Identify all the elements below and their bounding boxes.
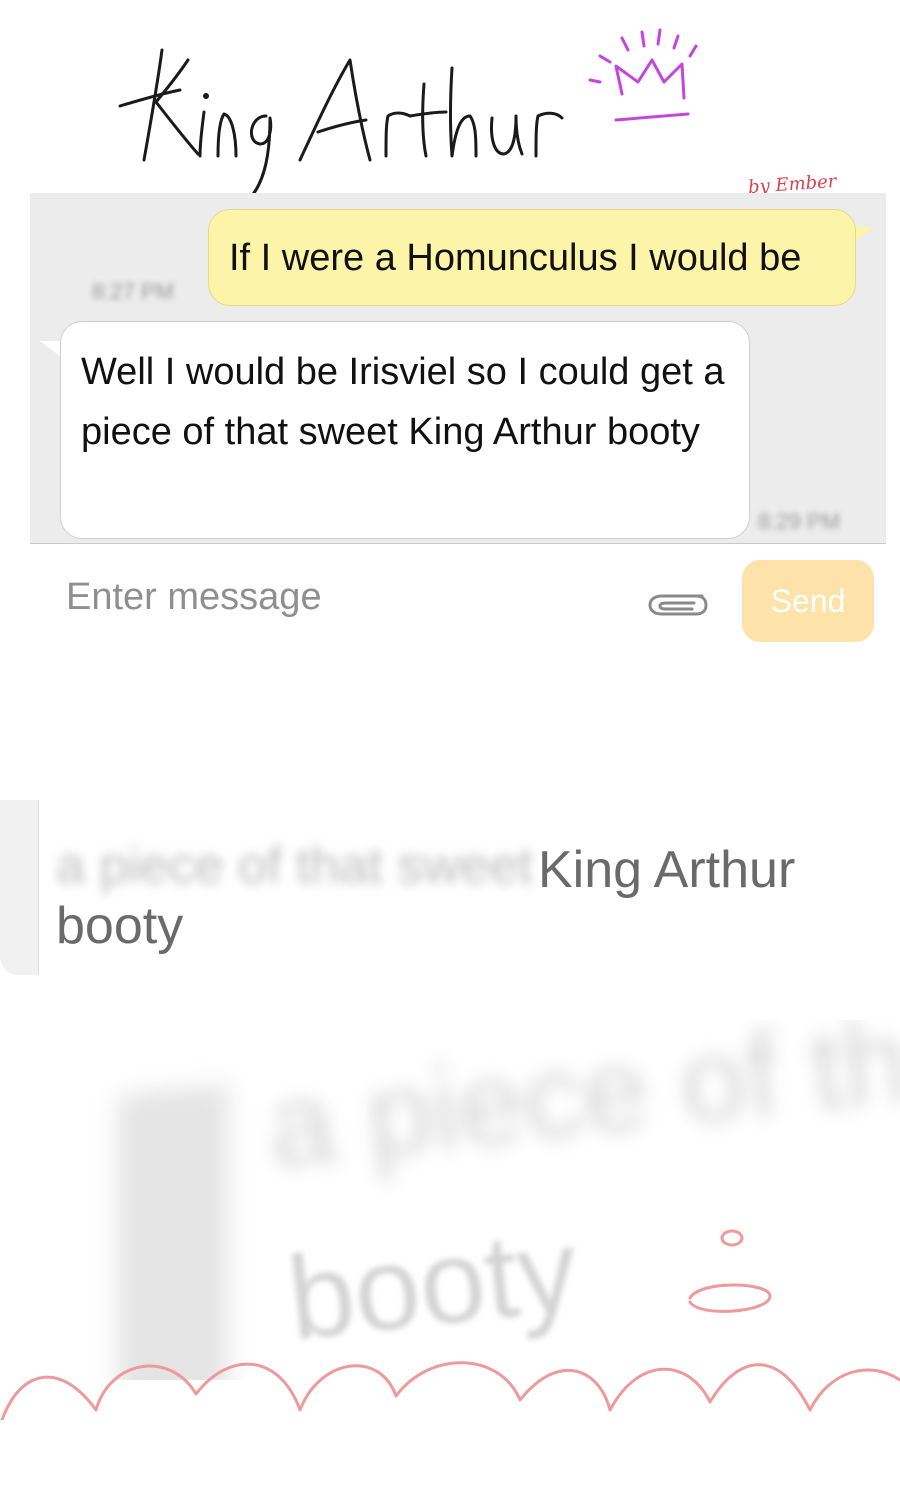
outgoing-message-text: If I were a Homunculus I would be	[229, 237, 802, 279]
zoomed-bubble-edge	[0, 800, 39, 975]
incoming-timestamp: 8:29 PM	[758, 509, 840, 534]
zoomed-text-king-arthur: King Arthur	[538, 841, 796, 899]
incoming-message-bubble[interactable]: Well I would be Irisviel so I could get …	[60, 321, 750, 539]
zoomed-message-echo: a piece of that sweet King Arthur booty	[0, 800, 900, 975]
outgoing-message-bubble[interactable]: If I were a Homunculus I would be	[208, 209, 856, 306]
message-composer: Enter message Send	[30, 546, 886, 656]
paperclip-icon[interactable]	[644, 584, 710, 620]
large-echo-line-1: a piece of that	[262, 1020, 900, 1194]
wavy-line-doodle	[0, 1229, 900, 1420]
zoomed-text-booty: booty	[56, 897, 184, 955]
zoomed-text-blurred: a piece of that sweet	[56, 837, 533, 895]
message-input[interactable]: Enter message	[66, 576, 322, 619]
crown-icon	[588, 28, 698, 122]
chat-conversation: If I were a Homunculus I would be 8:27 P…	[30, 193, 886, 544]
send-button[interactable]: Send	[742, 560, 874, 642]
outgoing-timestamp: 8:27 PM	[92, 279, 174, 304]
incoming-message-text: Well I would be Irisviel so I could get …	[81, 351, 725, 453]
